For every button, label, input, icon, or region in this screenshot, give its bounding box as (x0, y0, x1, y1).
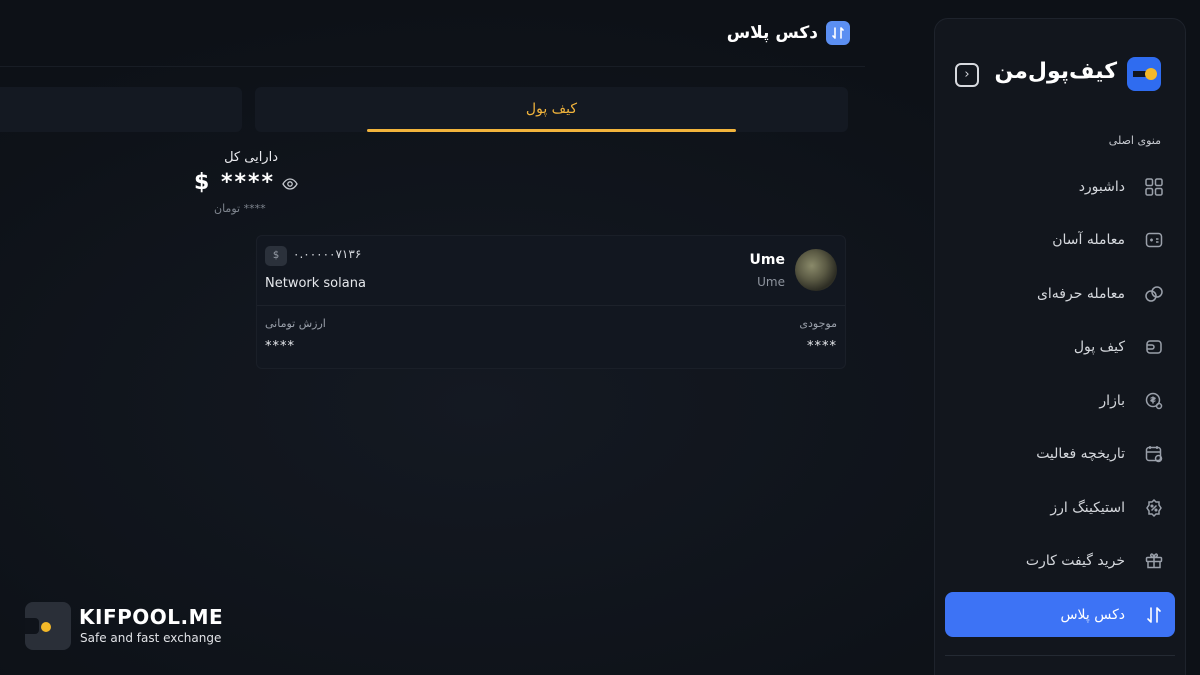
sidebar-item-pro-trade[interactable]: معامله حرفه‌ای (945, 271, 1175, 316)
balance-label: موجودی (799, 317, 837, 330)
brand-logo-icon (1127, 57, 1161, 91)
sidebar-item-gift-card[interactable]: خرید گیفت کارت (945, 539, 1175, 584)
coin-network: Network solana (265, 276, 366, 291)
dex-plus-icon (826, 21, 850, 45)
brand: کیف‌پول‌من › (935, 55, 1185, 95)
coin-avatar (795, 249, 837, 291)
sidebar: کیف‌پول‌من › منوی اصلی داشبورد معامله آس… (934, 18, 1186, 675)
toman-value: **** (265, 339, 295, 354)
brand-name: کیف‌پول‌من (994, 59, 1117, 84)
sidebar-item-label: داشبورد (1078, 178, 1125, 195)
tab-bar: کیف پول (0, 87, 850, 132)
sidebar-item-label: معامله حرفه‌ای (1036, 285, 1125, 302)
coin-name: Ume (749, 252, 785, 268)
header-divider (0, 66, 865, 67)
page-title: دکس پلاس (726, 23, 818, 43)
tab-secondary[interactable] (0, 87, 242, 132)
total-assets-label: دارایی کل (224, 150, 278, 165)
sidebar-item-label: تاریخچه فعالیت (1036, 446, 1125, 462)
kifpool-watermark: KIFPOOL.ME Safe and fast exchange (25, 602, 255, 652)
gift-card-icon (1143, 550, 1165, 572)
balance-value: **** (807, 339, 837, 354)
pro-trade-icon (1143, 283, 1165, 305)
coin-price: ۰.۰۰۰۰۰۷۱۳۶ (293, 247, 362, 261)
watermark-title: KIFPOOL.ME (79, 605, 224, 629)
sidebar-item-label: کیف پول (1073, 339, 1125, 355)
tab-active-indicator (367, 129, 736, 132)
history-icon (1143, 443, 1165, 465)
dashboard-icon (1143, 176, 1165, 198)
total-assets-usd: $ **** (194, 170, 275, 195)
staking-icon (1143, 497, 1165, 519)
sidebar-item-label: بازار (1099, 392, 1125, 409)
sidebar-item-label: خرید گیفت کارت (1025, 553, 1125, 569)
sidebar-item-market[interactable]: بازار (945, 378, 1175, 423)
easy-trade-icon (1143, 229, 1165, 251)
asset-card[interactable]: Ume Ume $ ۰.۰۰۰۰۰۷۱۳۶ Network solana ارز… (256, 235, 846, 369)
eye-icon[interactable] (282, 178, 298, 190)
sidebar-item-label: معامله آسان (1052, 232, 1125, 248)
menu-title: منوی اصلی (1108, 134, 1161, 147)
sidebar-item-label: استیکینگ ارز (1050, 499, 1125, 516)
card-divider (257, 305, 845, 306)
sidebar-item-dex-plus[interactable]: دکس پلاس (945, 592, 1175, 637)
sidebar-item-staking[interactable]: استیکینگ ارز (945, 485, 1175, 530)
sidebar-item-label: دکس پلاس (1060, 606, 1125, 623)
kifpool-logo-icon (25, 602, 71, 650)
sidebar-menu: داشبورد معامله آسان معامله حرفه‌ای کیف پ… (945, 164, 1175, 646)
toman-value-label: ارزش تومانی (265, 317, 326, 330)
sidebar-item-wallet[interactable]: کیف پول (945, 325, 1175, 370)
sidebar-divider (945, 655, 1175, 656)
sidebar-item-easy-trade[interactable]: معامله آسان (945, 218, 1175, 263)
sidebar-item-dashboard[interactable]: داشبورد (945, 164, 1175, 209)
wallet-icon (1143, 336, 1165, 358)
watermark-subtitle: Safe and fast exchange (80, 631, 222, 645)
collapse-sidebar-button[interactable]: › (955, 63, 979, 87)
app-root: دکس پلاس کیف پول دارایی کل $ **** **** ت… (0, 0, 1200, 675)
page-header: دکس پلاس (700, 20, 850, 46)
coin-symbol: Ume (757, 275, 785, 289)
currency-badge: $ (265, 246, 287, 266)
dex-plus-icon (1143, 604, 1165, 626)
tab-wallet[interactable]: کیف پول (255, 87, 848, 132)
chevron-right-icon: › (964, 67, 970, 82)
market-icon (1143, 390, 1165, 412)
sidebar-item-history[interactable]: تاریخچه فعالیت (945, 432, 1175, 477)
total-assets-toman: **** تومان (214, 202, 266, 215)
tab-wallet-label: کیف پول (525, 101, 578, 117)
